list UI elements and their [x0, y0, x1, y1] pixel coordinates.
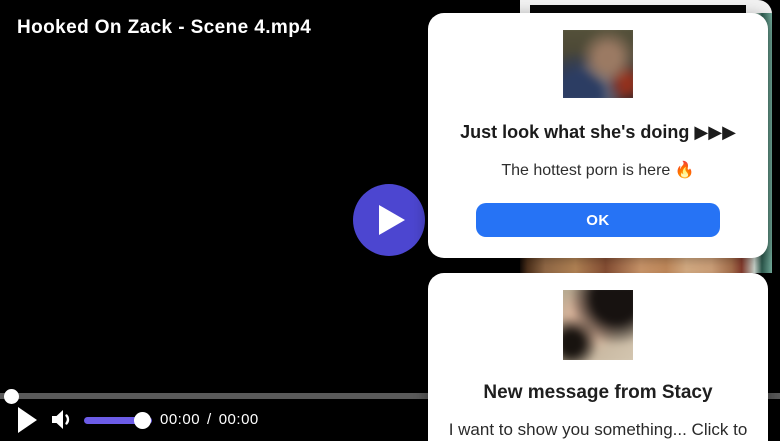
ad-thumbnail-image [563, 30, 633, 98]
message-popup[interactable]: New message from Stacy I want to show yo… [428, 273, 768, 441]
ad-subtext: The hottest porn is here 🔥 [501, 162, 695, 179]
ok-button[interactable]: OK [476, 203, 720, 237]
volume-button[interactable] [48, 406, 75, 433]
video-player[interactable]: Hooked On Zack - Scene 4.mp4 00:00 / 00:… [0, 0, 780, 441]
message-heading: New message from Stacy [483, 382, 713, 403]
volume-thumb[interactable] [134, 412, 151, 429]
speaker-low-icon [52, 410, 70, 429]
ad-heading: Just look what she's doing ▶▶▶ [460, 122, 736, 142]
sender-thumbnail[interactable] [563, 290, 633, 360]
current-time: 00:00 [160, 411, 201, 428]
ad-thumbnail[interactable] [563, 30, 633, 98]
big-play-button[interactable] [353, 184, 425, 256]
seek-thumb[interactable] [4, 389, 19, 404]
message-text: I want to show you something... Click to [448, 420, 748, 439]
time-separator: / [207, 411, 212, 428]
duration: 00:00 [218, 411, 259, 428]
sender-thumbnail-image [563, 290, 633, 360]
ad-popup: Just look what she's doing ▶▶▶ The hotte… [428, 13, 768, 258]
video-title: Hooked On Zack - Scene 4.mp4 [17, 17, 312, 38]
time-display: 00:00 / 00:00 [160, 411, 259, 428]
play-button[interactable] [18, 407, 37, 433]
play-icon [379, 205, 405, 235]
